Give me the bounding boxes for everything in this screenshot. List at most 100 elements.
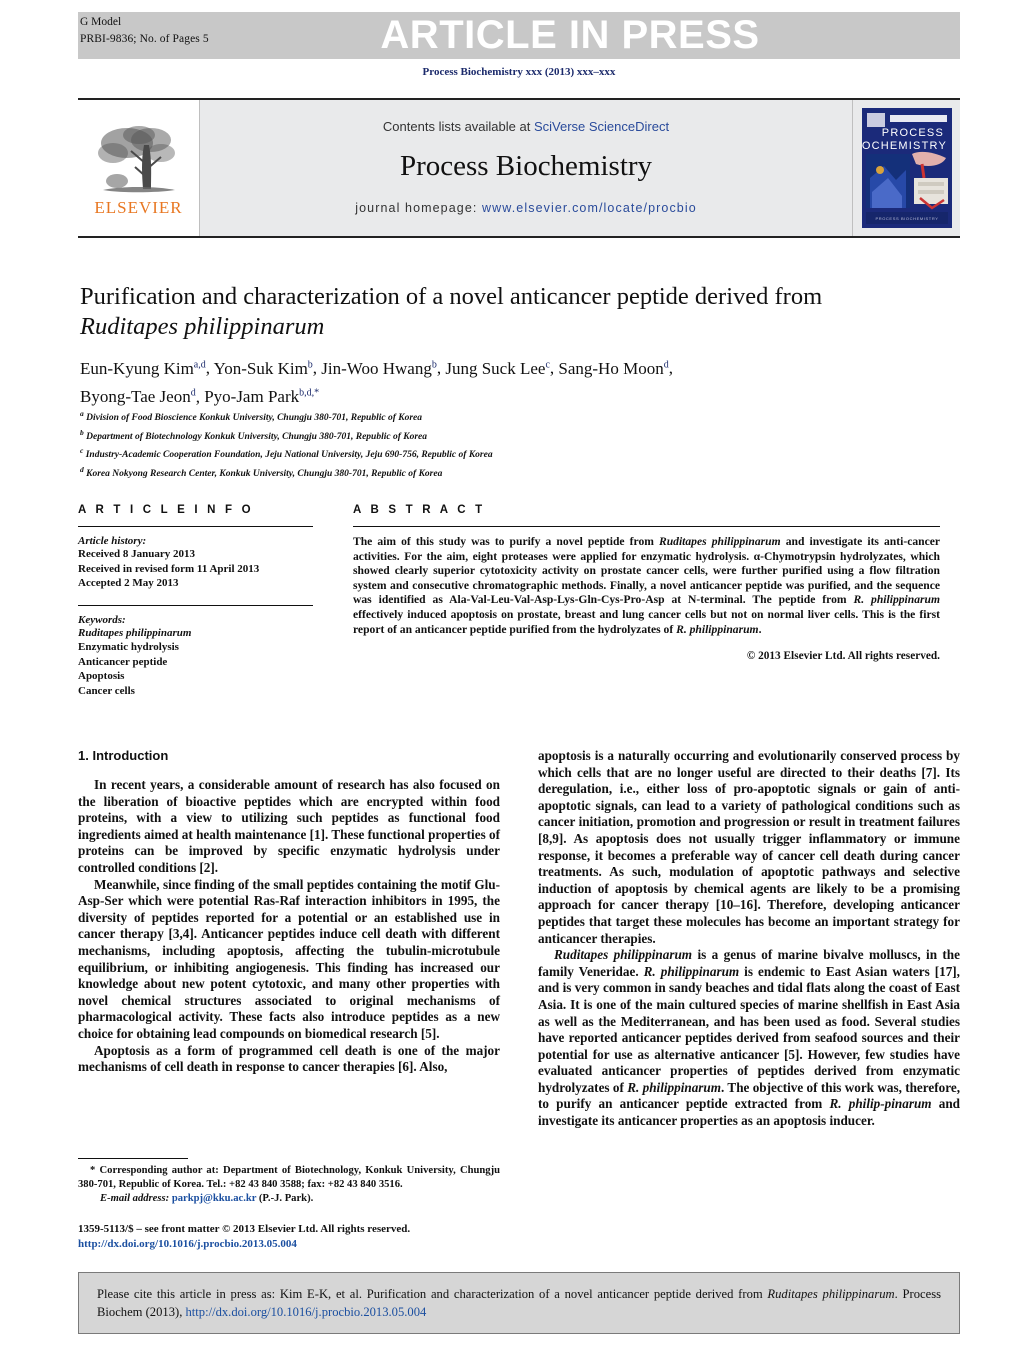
history-item: Received 8 January 2013 [78, 548, 196, 560]
journal-masthead: ELSEVIER Contents lists available at Sci… [78, 98, 960, 238]
abstract-fragment: . [758, 622, 762, 636]
svg-text:PROCESS BIOCHEMISTRY: PROCESS BIOCHEMISTRY [875, 216, 938, 221]
author-affil-mark: d [190, 387, 196, 399]
author-name: Yon-Suk Kim [213, 358, 308, 378]
g-model-block: G Model PRBI-9836; No. of Pages 5 [80, 14, 280, 48]
section-heading-introduction: 1. Introduction [78, 748, 169, 763]
cite-text: Please cite this article in press as: Ki… [97, 1285, 941, 1321]
affiliation-text: Department of Biotechnology Konkuk Unive… [86, 431, 428, 442]
body-columns: 1. Introduction In recent years, a consi… [78, 748, 960, 1178]
intro-paragraph-3: Apoptosis as a form of programmed cell d… [78, 1042, 500, 1075]
intro-species: R. philippinarum [627, 1079, 722, 1095]
author-name: Eun-Kyung Kim [80, 358, 194, 378]
homepage-url[interactable]: www.elsevier.com/locate/procbio [482, 201, 697, 215]
author-item: Jung Suck Leec [445, 359, 550, 378]
intro-species: R. philip-pinarum [829, 1096, 932, 1112]
author-affil-mark: c [545, 359, 550, 370]
intro-paragraph-4: apoptosis is a naturally occurring and e… [538, 748, 960, 946]
author-name: Jung Suck Lee [445, 358, 546, 378]
author-item: Jin-Woo Hwangb [321, 359, 437, 378]
contents-prefix: Contents lists available at [382, 119, 534, 134]
affiliation-item: b Department of Biotechnology Konkuk Uni… [80, 426, 950, 445]
elsevier-wordmark: ELSEVIER [94, 197, 183, 217]
affiliation-mark: c [80, 446, 84, 456]
author-affil-mark: a,d [193, 359, 206, 370]
keyword-item: Cancer cells [78, 684, 135, 697]
keyword-item: Enzymatic hydrolysis [78, 641, 179, 653]
affiliation-mark: b [80, 427, 84, 437]
footnote-divider [78, 1158, 188, 1159]
affiliation-item: d Korea Nokyong Research Center, Konkuk … [80, 463, 950, 482]
homepage-label: journal homepage: [355, 201, 483, 215]
email-address-link[interactable]: parkpj@kku.ac.kr [172, 1193, 256, 1204]
author-item: Eun-Kyung Kima,d [80, 359, 206, 378]
intro-species: R. philippinarum [643, 963, 740, 979]
article-info-column: A R T I C L E I N F O Article history: R… [78, 500, 333, 698]
cite-fragment: Please cite this article in press as: Ki… [97, 1287, 768, 1301]
cite-species: Ruditapes philippinarum [767, 1287, 895, 1301]
divider [353, 526, 940, 527]
cite-this-article-box: Please cite this article in press as: Ki… [78, 1272, 960, 1334]
journal-cover-image: PROCESS BIOCHEMISTRY PROCESS BIOCHEMISTR… [861, 108, 952, 228]
author-name: Pyo-Jam Park [204, 387, 300, 407]
journal-reference-line: Process Biochemistry xxx (2013) xxx–xxx [422, 66, 616, 78]
keyword-item: Apoptosis [78, 670, 125, 682]
affiliation-item: c Industry-Academic Cooperation Foundati… [80, 444, 950, 463]
body-column-right: apoptosis is a naturally occurring and e… [538, 748, 960, 1178]
issn-line: 1359-5113/$ – see front matter © 2013 El… [78, 1223, 411, 1235]
divider [78, 526, 313, 527]
article-id-label: PRBI-9836; No. of Pages 5 [80, 33, 209, 45]
svg-text:BIOCHEMISTRY: BIOCHEMISTRY [862, 140, 947, 152]
elsevier-tree-icon [97, 125, 175, 192]
article-in-press-text: ARTICLE IN PRESS [380, 13, 760, 57]
email-owner: (P.-J. Park). [258, 1193, 314, 1204]
affiliation-text: Korea Nokyong Research Center, Konkuk Un… [86, 469, 443, 480]
author-item: Pyo-Jam Parkb,d,* [204, 387, 319, 406]
abstract-fragment: The aim of this study was to purify a no… [353, 535, 659, 548]
affiliation-mark: a [80, 409, 84, 418]
intro-paragraph-1: In recent years, a considerable amount o… [78, 777, 500, 875]
journal-cover-thumbnail: PROCESS BIOCHEMISTRY PROCESS BIOCHEMISTR… [852, 100, 960, 236]
author-list: Eun-Kyung Kima,d, Yon-Suk Kimb, Jin-Woo … [80, 358, 673, 407]
affiliation-list: a Division of Food Bioscience Konkuk Uni… [80, 407, 950, 482]
paper-page: G Model PRBI-9836; No. of Pages 5 ARTICL… [0, 0, 1020, 1351]
affiliation-text: Industry-Academic Cooperation Foundation… [85, 450, 493, 461]
sciencedirect-link[interactable]: SciVerse ScienceDirect [534, 119, 669, 134]
abstract-species: Ruditapes philippinarum [658, 535, 781, 548]
author-item: Yon-Suk Kimb [214, 359, 313, 378]
svg-text:PROCESS: PROCESS [881, 127, 943, 139]
abstract-species: R. philippinarum [676, 622, 759, 636]
corresponding-author-footnote: * Corresponding author at: Department of… [78, 1158, 500, 1206]
page-title: Purification and characterization of a n… [80, 282, 950, 342]
author-name: Sang-Ho Moon [558, 358, 664, 378]
article-info-heading: A R T I C L E I N F O [78, 504, 254, 516]
author-item: Byong-Tae Jeond [80, 387, 196, 406]
title-line-1: Purification and characterization of a n… [80, 283, 823, 310]
affiliation-mark: d [80, 464, 84, 474]
masthead-center: Contents lists available at SciVerse Sci… [200, 100, 852, 236]
footnote-text: * Corresponding author at: Department of… [78, 1164, 500, 1206]
journal-title: Process Biochemistry [399, 150, 653, 182]
issn-copyright-block: 1359-5113/$ – see front matter © 2013 El… [78, 1222, 548, 1252]
affiliation-text: Division of Food Bioscience Konkuk Unive… [86, 413, 422, 424]
history-item: Received in revised form 11 April 2013 [78, 562, 260, 575]
author-name: Jin-Woo Hwang [321, 358, 432, 378]
abstract-heading: A B S T R A C T [353, 504, 486, 516]
doi-link[interactable]: http://dx.doi.org/10.1016/j.procbio.2013… [78, 1237, 548, 1252]
keywords-label: Keywords: [78, 613, 126, 626]
divider [78, 604, 313, 606]
g-model-label: G Model [80, 16, 122, 28]
abstract-text: The aim of this study was to purify a no… [353, 535, 940, 637]
journal-homepage-line: journal homepage: www.elsevier.com/locat… [355, 201, 697, 215]
intro-paragraph-2: Meanwhile, since finding of the small pe… [78, 876, 500, 1041]
cite-doi-link[interactable]: http://dx.doi.org/10.1016/j.procbio.2013… [186, 1305, 427, 1319]
abstract-copyright: © 2013 Elsevier Ltd. All rights reserved… [746, 650, 940, 663]
history-item: Accepted 2 May 2013 [78, 577, 179, 589]
affiliation-item: a Division of Food Bioscience Konkuk Uni… [80, 407, 950, 426]
contents-available-line: Contents lists available at SciVerse Sci… [383, 119, 669, 134]
intro-species: Ruditapes philippinarum [554, 947, 693, 963]
title-species: Ruditapes philippinarum [80, 313, 325, 340]
info-abstract-section: A R T I C L E I N F O Article history: R… [78, 500, 960, 698]
author-affil-mark: b [307, 359, 313, 370]
corresponding-author-note: * Corresponding author at: Department of… [78, 1165, 500, 1190]
